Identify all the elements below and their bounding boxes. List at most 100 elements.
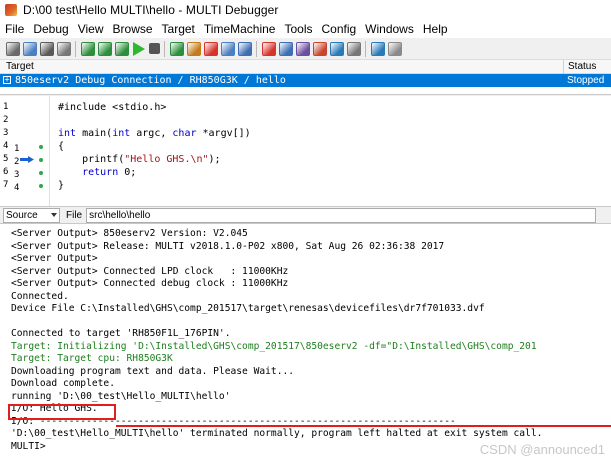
title-bar: D:\00 test\Hello MULTI\hello - MULTI Deb… — [0, 0, 611, 20]
source-mode-value: Source — [6, 209, 38, 221]
menu-windows[interactable]: Windows — [361, 22, 418, 36]
chevron-down-icon — [51, 212, 57, 217]
back-icon[interactable] — [5, 41, 20, 56]
console-line: running 'D:\00_test\Hello_MULTI\hello' — [11, 390, 231, 402]
refresh-icon[interactable] — [370, 41, 385, 56]
console-line: MULTI> — [11, 440, 46, 452]
highlight-underline — [116, 425, 611, 427]
code-text: int main(int argc, char *argv[]) — [58, 127, 251, 140]
menu-browse[interactable]: Browse — [109, 22, 157, 36]
menu-config[interactable]: Config — [317, 22, 360, 36]
restart-icon[interactable] — [169, 41, 184, 56]
breakpoint-icon[interactable] — [203, 41, 218, 56]
menu-debug[interactable]: Debug — [29, 22, 72, 36]
source-line[interactable]: 52 printf("Hello GHS.\n"); — [0, 153, 611, 167]
stop-icon[interactable] — [22, 41, 37, 56]
command-console[interactable]: <Server Output> 850eserv2 Version: V2.04… — [0, 224, 611, 465]
line-number: 6 — [3, 167, 9, 177]
connect-icon[interactable] — [237, 41, 252, 56]
executable-line-dot-icon[interactable] — [39, 145, 43, 149]
line-number: 3 — [3, 128, 9, 138]
console-line: <Server Output> 850eserv2 Version: V2.04… — [11, 228, 248, 239]
source-mode-select[interactable]: Source — [3, 207, 60, 223]
target-icon[interactable] — [220, 41, 235, 56]
code-text: #include <stdio.h> — [58, 101, 166, 114]
current-line-arrow-icon — [20, 156, 34, 163]
code-token: return — [82, 167, 119, 178]
register-icon[interactable] — [278, 41, 293, 56]
menu-view[interactable]: View — [74, 22, 108, 36]
file-label: File — [66, 209, 83, 221]
menu-target[interactable]: Target — [158, 22, 199, 36]
executable-line-dot-icon[interactable] — [39, 158, 43, 162]
window-title: D:\00 test\Hello MULTI\hello - MULTI Deb… — [23, 3, 279, 17]
halt-icon[interactable] — [148, 43, 160, 54]
toolbar-separator — [75, 40, 76, 57]
settings-icon[interactable] — [387, 41, 402, 56]
line-number: 5 — [3, 154, 9, 164]
step-over-icon[interactable] — [97, 41, 112, 56]
console-line: <Server Output> Release: MULTI v2018.1.0… — [11, 240, 445, 252]
line-number: 7 — [3, 180, 9, 190]
console-line: <Server Output> Connected LPD clock : 11… — [11, 265, 289, 277]
console-line: Connected. — [11, 290, 69, 302]
run-icon[interactable] — [133, 41, 145, 56]
code-token: main( — [76, 128, 113, 139]
source-line[interactable]: 3 int main(int argc, char *argv[]) — [0, 127, 611, 140]
target-name: 850eserv2 Debug Connection / RH850G3K / … — [15, 75, 286, 86]
menu-bar: File Debug View Browse Target TimeMachine Tool… — [0, 20, 611, 38]
source-line[interactable]: 4 1{ — [0, 140, 611, 154]
column-status: Status — [568, 61, 597, 72]
target-list-header: Target Status — [0, 60, 611, 74]
console-line: Downloading program text and data. Pleas… — [11, 365, 295, 377]
profile-icon[interactable] — [329, 41, 344, 56]
step-into-icon[interactable] — [80, 41, 95, 56]
executable-line-dot-icon[interactable] — [39, 184, 43, 188]
console-line: 'D:\00_test\Hello_MULTI\hello' terminate… — [11, 428, 543, 439]
console-line: Target: Initializing 'D:\Installed\GHS\c… — [11, 340, 537, 352]
code-token: *argv[]) — [196, 128, 251, 139]
expand-icon[interactable]: + — [3, 76, 11, 84]
menu-file[interactable]: File — [1, 22, 28, 36]
source-pane[interactable]: 1 #include <stdio.h> 2 3 int main(int argc, … — [0, 96, 611, 206]
source-line[interactable]: 63 return 0; — [0, 166, 611, 180]
file-path-field[interactable]: src\hello\hello — [86, 207, 597, 223]
line-number: 1 — [3, 102, 9, 112]
code-token: int — [112, 128, 131, 139]
code-text: return 0; — [58, 166, 136, 179]
target-list-empty — [0, 87, 611, 95]
toolbar-separator — [164, 40, 165, 57]
trace-icon[interactable] — [312, 41, 327, 56]
column-target: Target — [6, 61, 34, 72]
source-line[interactable]: 2 — [0, 114, 611, 127]
source-line[interactable]: 1 #include <stdio.h> — [0, 101, 611, 114]
step-out-icon[interactable] — [114, 41, 129, 56]
breakpoint-slot[interactable]: 4 — [14, 182, 19, 195]
osa-icon[interactable] — [346, 41, 361, 56]
target-row[interactable]: + 850eserv2 Debug Connection / RH850G3K … — [0, 74, 611, 87]
code-token: #include <stdio.h> — [58, 102, 167, 113]
code-token: argc, — [130, 128, 173, 139]
memory-icon[interactable] — [261, 41, 276, 56]
code-token: { — [58, 141, 65, 152]
download-icon[interactable] — [186, 41, 201, 56]
grid-icon[interactable] — [39, 41, 54, 56]
console-line: Connected to target 'RH850F1L_176PIN'. — [11, 328, 231, 339]
menu-help[interactable]: Help — [419, 22, 452, 36]
watch-icon[interactable] — [295, 41, 310, 56]
console-line: <Server Output> Connected debug clock : … — [11, 278, 289, 289]
code-token: ); — [208, 154, 221, 165]
code-token: "Hello GHS.\n" — [124, 154, 209, 165]
flag-icon[interactable] — [56, 41, 71, 56]
menu-timemachine[interactable]: TimeMachine — [200, 22, 280, 36]
console-line: <Server Output> — [11, 253, 98, 264]
line-number: 2 — [3, 115, 9, 125]
executable-line-dot-icon[interactable] — [39, 171, 43, 175]
source-line[interactable]: 7 4} — [0, 179, 611, 195]
menu-tools[interactable]: Tools — [280, 22, 316, 36]
code-token: printf( — [58, 154, 125, 165]
toolbar — [0, 38, 611, 60]
code-text: printf("Hello GHS.\n"); — [58, 153, 221, 166]
console-line: Download complete. — [11, 378, 115, 389]
